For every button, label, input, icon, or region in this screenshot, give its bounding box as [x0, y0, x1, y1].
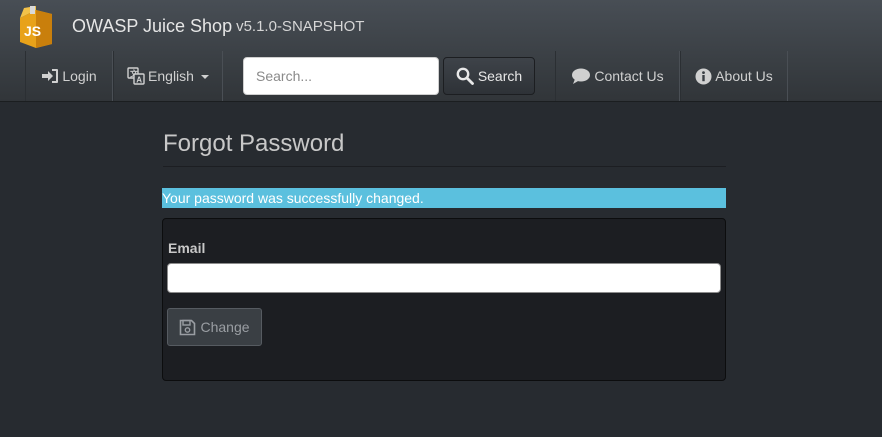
search-button-label: Search [477, 68, 523, 84]
brand[interactable]: JS OWASP Juice Shop v5.1.0-SNAPSHOT [14, 4, 364, 48]
about-us-link[interactable]: About Us [680, 51, 788, 101]
language-label: English [148, 68, 194, 84]
success-alert: Your password was successfully changed. [162, 188, 726, 208]
svg-text:A: A [136, 76, 142, 85]
language-dropdown[interactable]: 文 A English [113, 51, 223, 101]
chevron-down-icon [200, 75, 209, 79]
language-icon: 文 A [127, 67, 145, 85]
about-us-label: About Us [715, 68, 773, 84]
contact-us-label: Contact Us [594, 68, 664, 84]
search-button[interactable]: Search [443, 57, 535, 95]
login-label: Login [62, 68, 97, 84]
sign-in-icon [42, 69, 59, 83]
page-title: Forgot Password [163, 130, 345, 157]
title-divider [163, 166, 726, 167]
login-link[interactable]: Login [25, 51, 113, 101]
search-input[interactable] [243, 57, 439, 95]
email-label: Email [168, 240, 206, 256]
email-field[interactable] [167, 263, 721, 293]
info-circle-icon [695, 68, 712, 84]
top-navbar: JS OWASP Juice Shop v5.1.0-SNAPSHOT Logi… [0, 0, 882, 102]
juice-carton-logo-icon: JS [20, 6, 52, 48]
search-icon [456, 67, 474, 85]
svg-text:JS: JS [24, 23, 41, 39]
change-button[interactable]: Change [167, 308, 262, 346]
comment-icon [572, 68, 591, 84]
save-icon [180, 319, 196, 335]
forgot-password-form: Email Change [162, 218, 726, 381]
nav-menu: Login 文 A English Search [0, 51, 882, 101]
contact-us-link[interactable]: Contact Us [555, 51, 680, 101]
change-button-label: Change [200, 319, 250, 335]
app-version: v5.1.0-SNAPSHOT [236, 17, 365, 35]
app-title: OWASP Juice Shop [72, 15, 233, 36]
